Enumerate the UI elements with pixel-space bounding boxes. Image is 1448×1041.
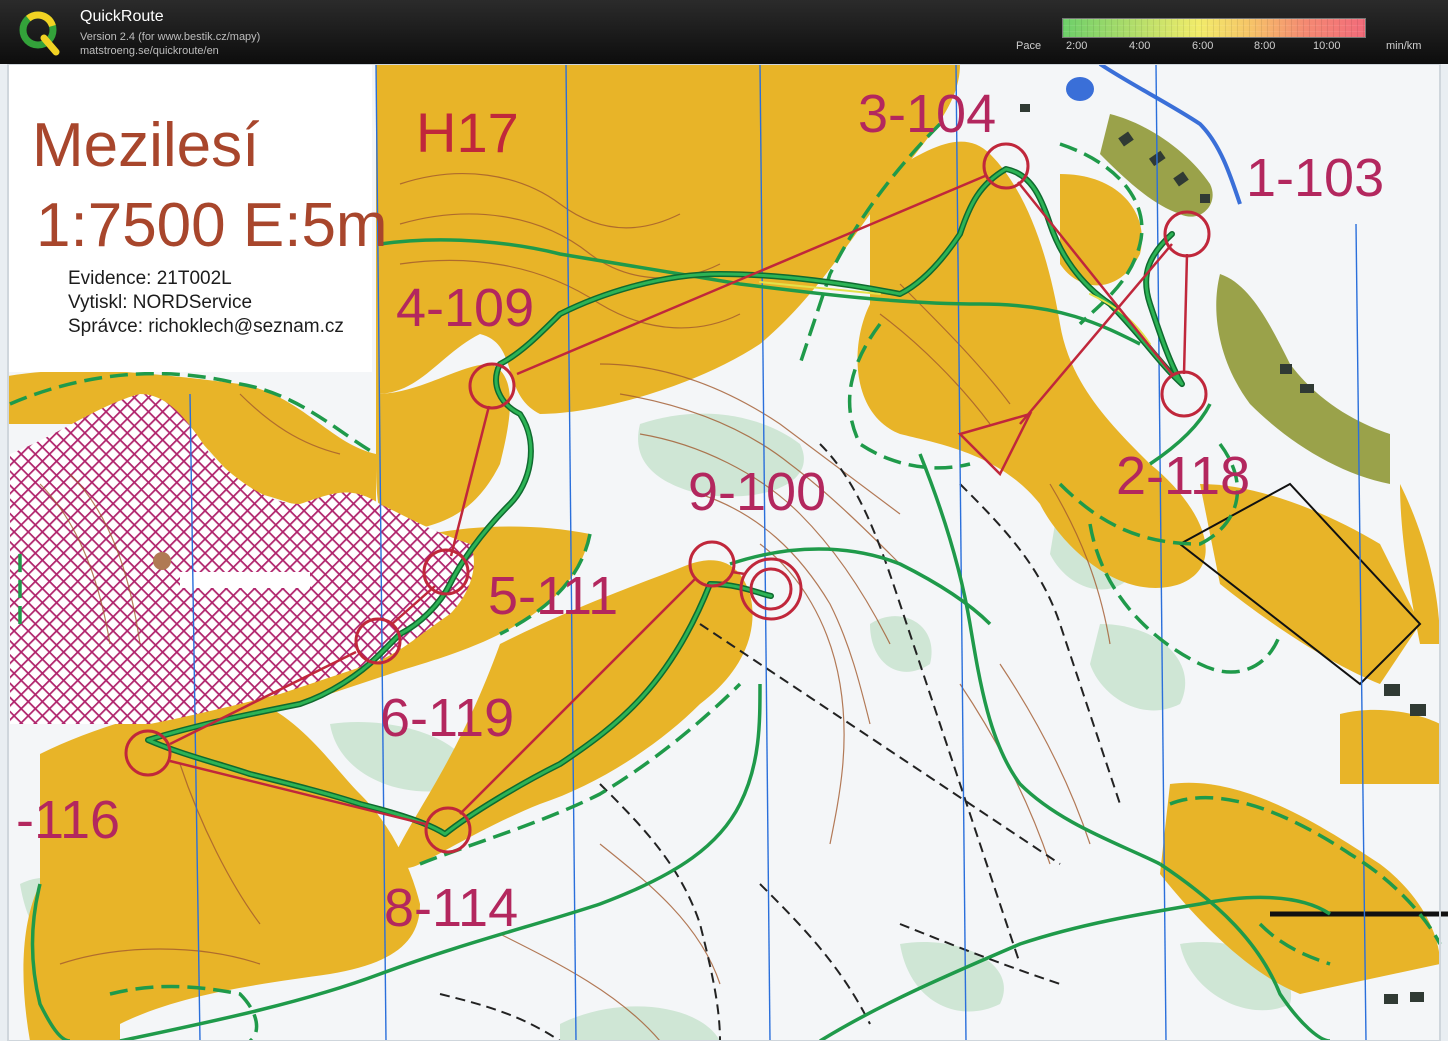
map-info-line: Evidence: 21T002L xyxy=(68,268,232,289)
white-strip xyxy=(180,572,310,588)
control-label-5: 5-111 xyxy=(488,566,618,626)
control-label-3: 3-104 xyxy=(858,84,996,144)
pace-tick: 8:00 xyxy=(1254,40,1276,52)
map-info-box: Mezilesí 1:7500 E:5m Evidence: 21T002L V… xyxy=(8,64,388,372)
pace-label: Pace xyxy=(1016,40,1042,52)
control-label-7: -116 xyxy=(16,790,120,850)
pond xyxy=(1066,77,1094,101)
control-label-1: 1-103 xyxy=(1246,148,1384,208)
quickroute-logo-icon xyxy=(19,11,60,56)
orienteering-map[interactable]: Mezilesí 1:7500 E:5m Evidence: 21T002L V… xyxy=(0,64,1448,1041)
app-title: QuickRoute xyxy=(80,8,164,25)
map-info-line: Správce: richoklech@seznam.cz xyxy=(68,316,344,337)
pace-unit: min/km xyxy=(1386,40,1422,52)
pace-tick: 2:00 xyxy=(1066,40,1088,52)
paper-hole xyxy=(153,552,171,570)
map-view[interactable]: Mezilesí 1:7500 E:5m Evidence: 21T002L V… xyxy=(0,64,1448,1041)
map-scale: 1:7500 E:5m xyxy=(36,191,388,260)
pace-tick: 4:00 xyxy=(1129,40,1151,52)
app-header: QuickRoute Version 2.4 (for www.bestik.c… xyxy=(0,0,1448,64)
pace-color-scale xyxy=(1062,18,1366,38)
control-label-4: 4-109 xyxy=(396,278,534,338)
app-version: Version 2.4 (for www.bestik.cz/mapy) xyxy=(80,31,261,43)
control-label-8: 8-114 xyxy=(384,878,518,938)
map-title: Mezilesí xyxy=(32,111,259,180)
pace-tick: 10:00 xyxy=(1313,40,1341,52)
control-label-2: 2-118 xyxy=(1116,446,1250,506)
pace-tick: 6:00 xyxy=(1192,40,1214,52)
map-info-line: Vytiskl: NORDService xyxy=(68,292,252,313)
class-label: H17 xyxy=(416,101,519,164)
control-label-9: 9-100 xyxy=(688,462,826,522)
control-label-6: 6-119 xyxy=(380,688,514,748)
app-url: matstroeng.se/quickroute/en xyxy=(80,45,219,57)
